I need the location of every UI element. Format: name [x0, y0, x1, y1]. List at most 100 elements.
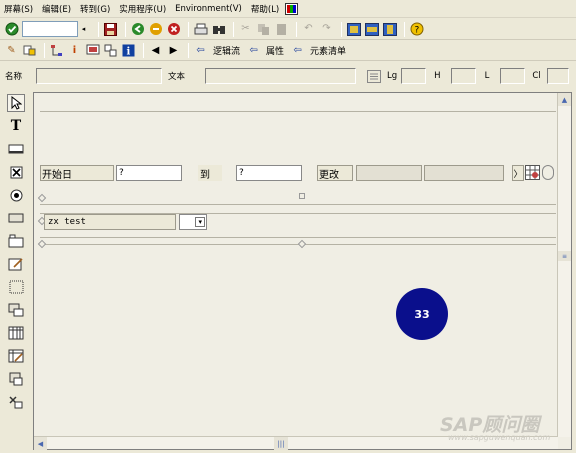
name-field[interactable] — [36, 68, 163, 84]
menu-screen[interactable]: 屏幕(S) — [4, 3, 33, 15]
screen-icon[interactable] — [85, 43, 100, 58]
command-field[interactable] — [22, 21, 78, 37]
scroll-thumb-h[interactable]: ||| — [274, 437, 288, 450]
element-list-arrow-icon[interactable]: ⇦ — [290, 43, 305, 58]
enter-icon[interactable] — [4, 22, 19, 37]
layout-icon-1[interactable] — [346, 22, 361, 37]
other-object-icon[interactable] — [22, 43, 37, 58]
screen-painter-canvas[interactable]: 开始日 ? 到 ? 更改 〉 zx test ▾ 33 ▲ ≡ ◀ ||| — [33, 92, 572, 450]
tabstrip-wizard-tool-icon[interactable] — [7, 255, 25, 273]
resize-handle[interactable] — [37, 239, 47, 249]
application-toolbar: ✎ i i ◀ ▶ ⇦ 逻辑流 ⇦ 属性 ⇦ 元素清单 — [0, 41, 576, 61]
text-dictionary-icon[interactable] — [366, 69, 381, 84]
layout-icon-3[interactable] — [382, 22, 397, 37]
cl-field[interactable] — [546, 68, 569, 84]
cut-icon[interactable]: ✂ — [238, 22, 253, 37]
command-dropdown-icon[interactable]: ◂ — [76, 22, 91, 37]
custom-control-tool-icon[interactable] — [7, 370, 25, 388]
save-icon[interactable] — [103, 22, 118, 37]
checkbox-tool-icon[interactable] — [7, 163, 25, 181]
element-attributes-row: 名称 文本 Lg H L Cl — [0, 65, 576, 87]
previous-icon[interactable]: ◀ — [148, 43, 163, 58]
status-icon-tool-icon[interactable] — [7, 393, 25, 411]
table-control-tool-icon[interactable] — [7, 324, 25, 342]
navigation-icon[interactable] — [103, 43, 118, 58]
print-icon[interactable] — [193, 22, 208, 37]
h-field[interactable] — [450, 68, 476, 84]
input-field-tool-icon[interactable] — [7, 140, 25, 158]
menu-utilities[interactable]: 实用程序(U) — [119, 3, 166, 15]
separator — [233, 21, 234, 37]
pointer-tool-icon[interactable] — [7, 94, 25, 112]
redo-icon[interactable]: ↷ — [319, 22, 334, 37]
clipped-element-icon[interactable] — [542, 165, 554, 180]
separator — [143, 43, 144, 58]
back-icon[interactable] — [130, 22, 145, 37]
svg-text:?: ? — [414, 26, 419, 36]
grid-pushbutton-icon[interactable] — [525, 165, 540, 180]
next-icon[interactable]: ▶ — [166, 43, 181, 58]
separator — [98, 21, 99, 37]
menu-edit[interactable]: 编辑(E) — [42, 3, 71, 15]
readonly-field-1[interactable] — [356, 165, 422, 181]
menu-goto[interactable]: 转到(G) — [80, 3, 110, 15]
table-control-wizard-tool-icon[interactable] — [7, 347, 25, 365]
l-field[interactable] — [500, 68, 526, 84]
undo-icon[interactable]: ↶ — [301, 22, 316, 37]
flow-logic-arrow-icon[interactable]: ⇦ — [193, 43, 208, 58]
text-field[interactable] — [205, 68, 357, 84]
canvas-divider — [40, 204, 556, 205]
separator — [296, 21, 297, 37]
separator — [341, 21, 342, 37]
lg-field[interactable] — [401, 68, 427, 84]
status-circle[interactable]: 33 — [396, 288, 448, 340]
start-date-input[interactable]: ? — [116, 165, 182, 181]
help-icon[interactable]: ? — [409, 22, 424, 37]
box-tool-icon[interactable] — [7, 278, 25, 296]
menu-bar: 屏幕(S) 编辑(E) 转到(G) 实用程序(U) Environment(V)… — [0, 0, 576, 18]
standard-toolbar: ◂ ✂ ↶ ↷ ? — [0, 19, 576, 40]
end-date-input[interactable]: ? — [236, 165, 302, 181]
subscreen-tool-icon[interactable] — [7, 301, 25, 319]
radio-button-tool-icon[interactable] — [7, 186, 25, 204]
attributes-arrow-icon[interactable]: ⇦ — [246, 43, 261, 58]
resize-handle[interactable] — [297, 239, 307, 249]
scroll-left-icon[interactable]: ◀ — [34, 437, 47, 450]
menu-help[interactable]: 帮助(L) — [251, 3, 279, 15]
copy-icon[interactable] — [256, 22, 271, 37]
layout-icon-2[interactable] — [364, 22, 379, 37]
where-used-icon[interactable]: i — [67, 43, 82, 58]
cancel-icon[interactable] — [166, 22, 181, 37]
svg-text:i: i — [127, 47, 131, 58]
readonly-field-2[interactable] — [424, 165, 504, 181]
dropdown-listbox[interactable]: ▾ — [179, 214, 207, 230]
resize-handle[interactable] — [299, 193, 305, 199]
resize-handle[interactable] — [37, 193, 47, 203]
text-field-tool-icon[interactable]: T — [7, 117, 25, 135]
paste-icon[interactable] — [274, 22, 289, 37]
check-icon[interactable]: ✎ — [4, 43, 19, 58]
exit-icon[interactable] — [148, 22, 163, 37]
info-icon[interactable]: i — [121, 43, 136, 58]
element-list-button[interactable]: 元素清单 — [310, 44, 346, 57]
tabstrip-tool-icon[interactable] — [7, 232, 25, 250]
to-label[interactable]: 到 — [198, 165, 222, 181]
scroll-thumb[interactable]: ≡ — [558, 251, 571, 261]
vertical-scrollbar[interactable]: ▲ ≡ — [557, 93, 571, 437]
zx-test-field[interactable]: zx test — [44, 214, 176, 230]
layout-menu-icon[interactable] — [284, 1, 299, 16]
bracket-element[interactable]: 〉 — [512, 165, 524, 181]
watermark-url: www.sapguwenquan.com — [448, 433, 551, 442]
chevron-down-icon[interactable]: ▾ — [195, 217, 205, 227]
find-icon[interactable] — [211, 22, 226, 37]
start-date-label[interactable]: 开始日 — [40, 165, 114, 181]
change-label[interactable]: 更改 — [317, 165, 353, 181]
hierarchy-icon[interactable] — [49, 43, 64, 58]
lg-label: Lg — [387, 71, 398, 81]
menu-environment[interactable]: Environment(V) — [175, 4, 242, 14]
flow-logic-button[interactable]: 逻辑流 — [213, 44, 240, 57]
separator — [188, 43, 189, 58]
pushbutton-tool-icon[interactable] — [7, 209, 25, 227]
scroll-up-icon[interactable]: ▲ — [558, 93, 571, 106]
attributes-button[interactable]: 属性 — [266, 44, 284, 57]
